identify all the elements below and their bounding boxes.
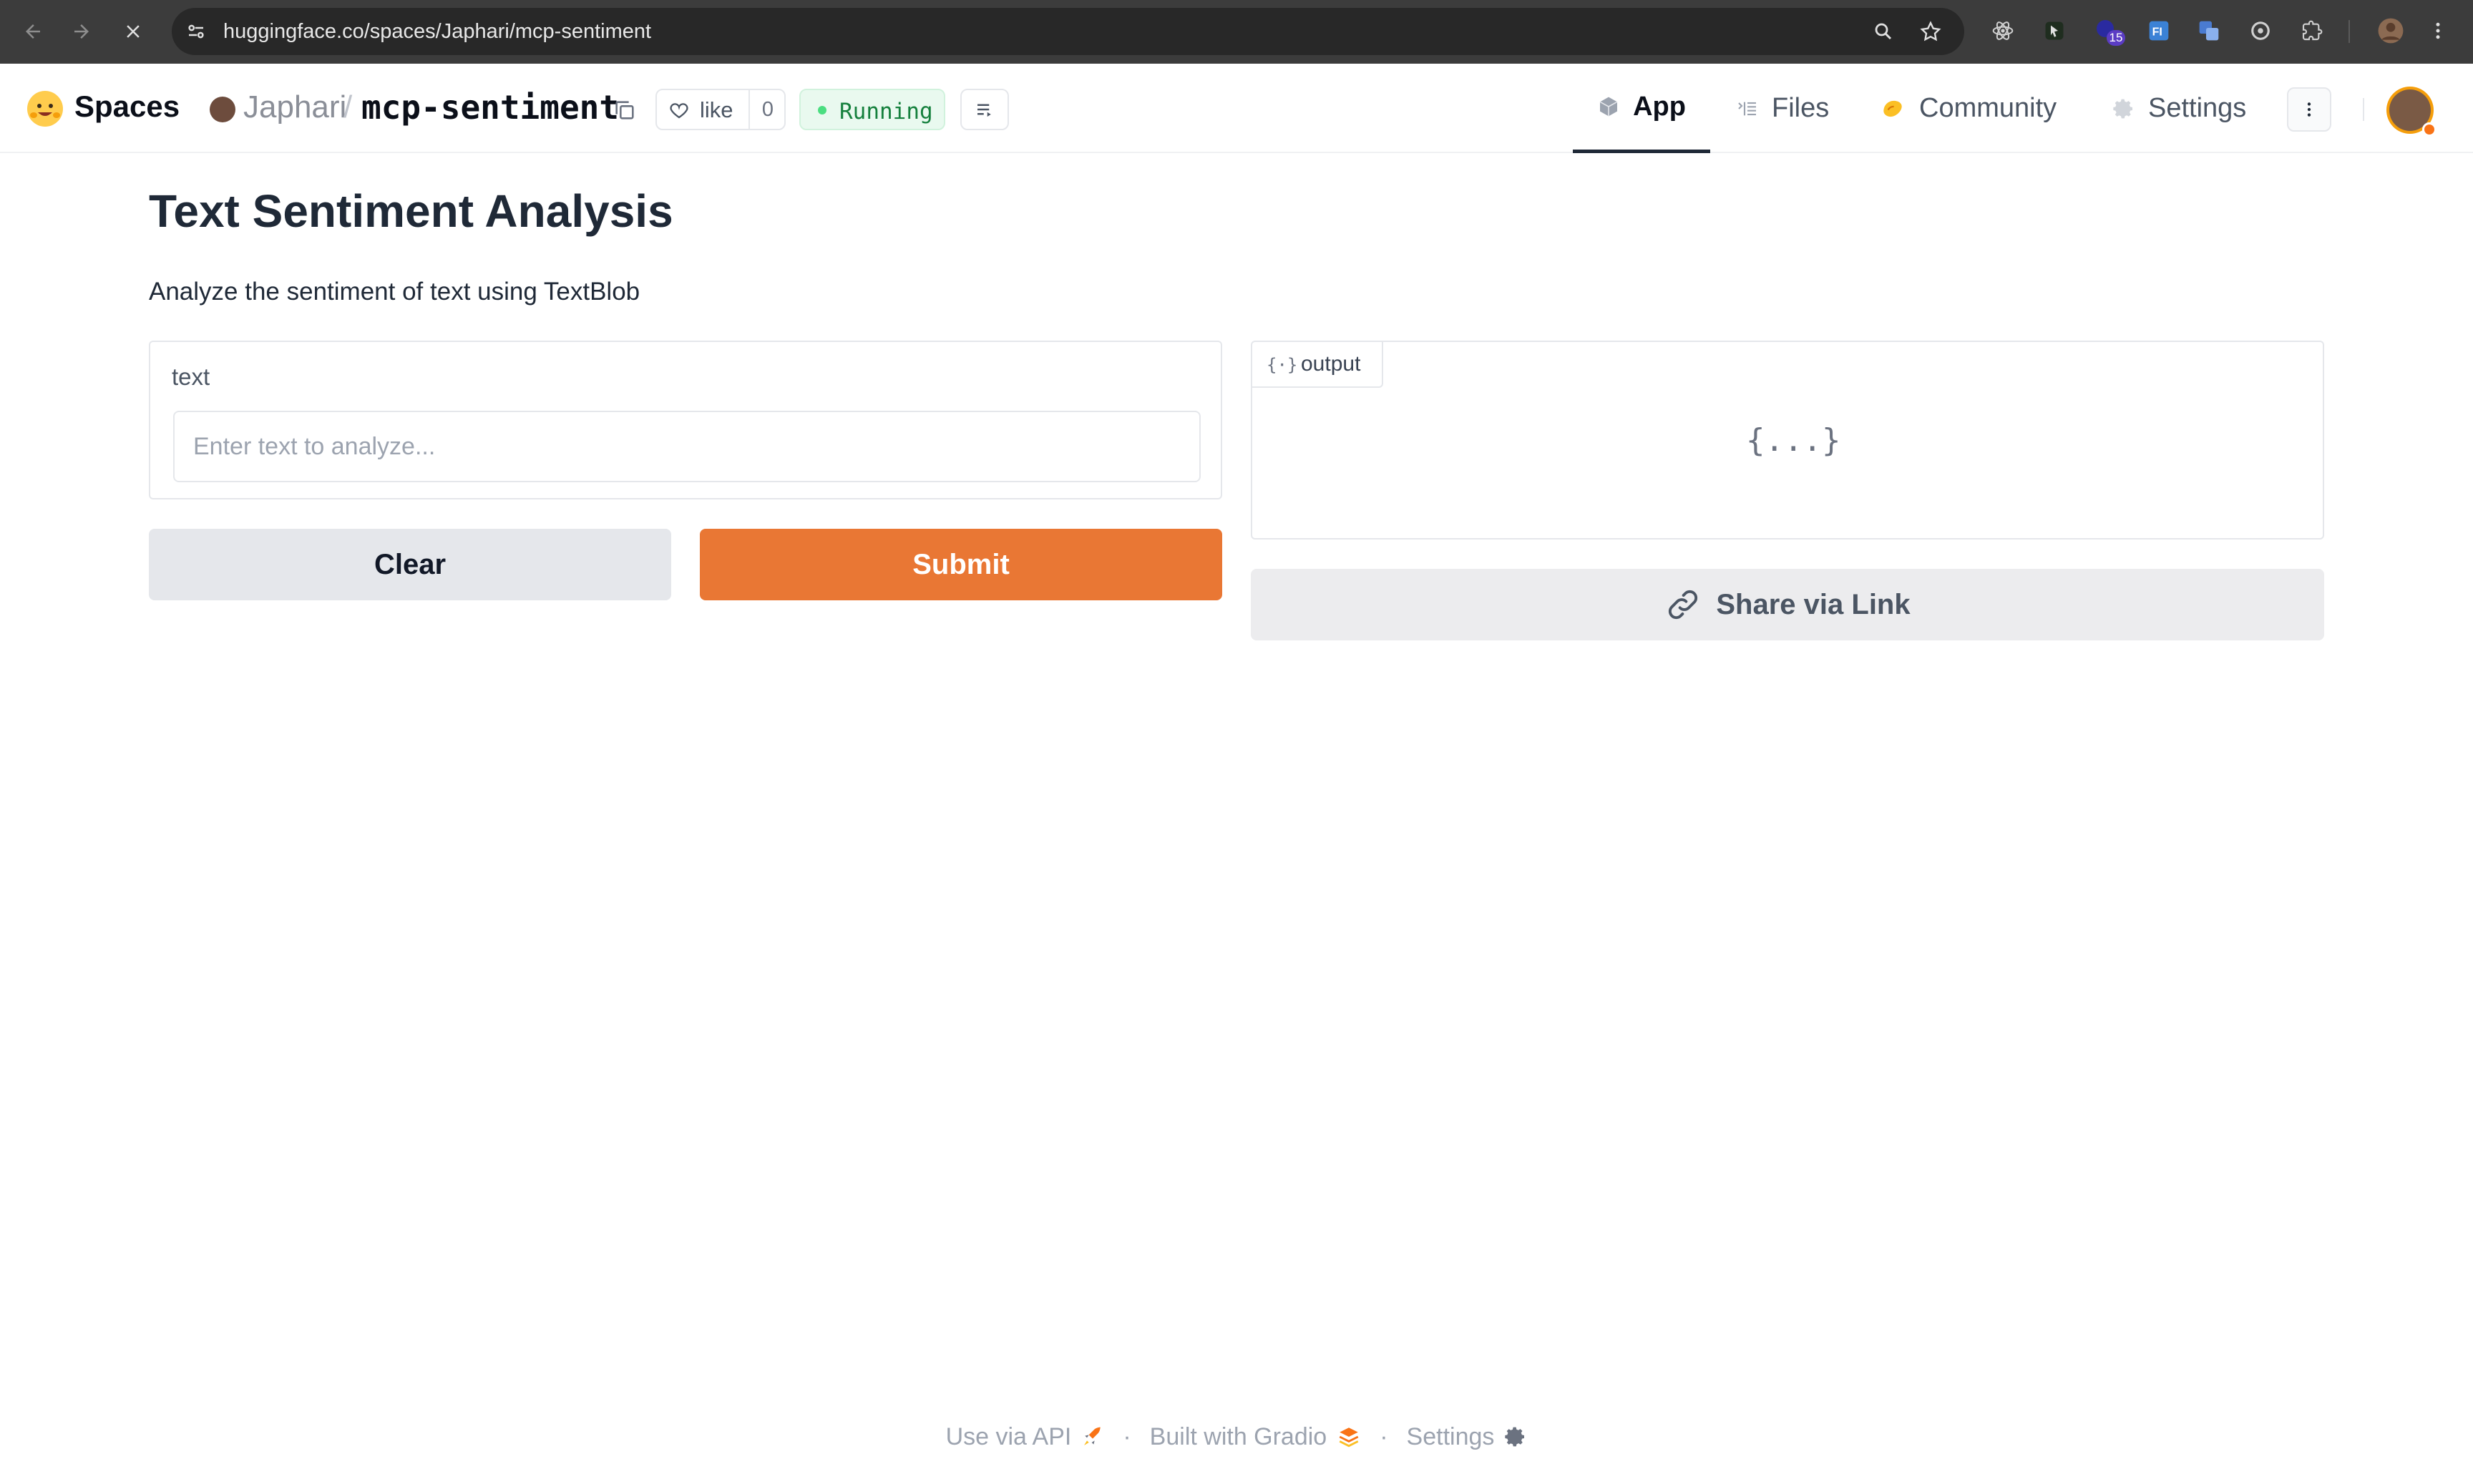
copy-icon[interactable] [613,98,637,122]
more-options-button[interactable] [2287,87,2331,132]
output-label-tab: {·} output [1252,342,1383,388]
text-input-panel: text [149,341,1222,499]
footer-settings-link[interactable]: Settings [1407,1423,1528,1451]
user-status-dot [2422,122,2437,137]
tab-settings[interactable]: Settings [2112,64,2246,153]
like-count: 0 [748,90,786,129]
extension-badge-icon[interactable]: 15 [2091,14,2125,47]
breadcrumb-separator: / [343,89,353,125]
files-icon [1736,97,1759,120]
tab-app[interactable]: App [1573,64,1710,153]
address-bar[interactable]: huggingface.co/spaces/Japhari/mcp-sentim… [172,8,1964,55]
tab-community[interactable]: Community [1879,64,2057,153]
json-icon: {·} [1267,355,1298,375]
share-label: Share via Link [1716,588,1911,620]
user-avatar[interactable] [2386,87,2437,137]
text-input[interactable] [173,411,1201,482]
status-badge[interactable]: Running [799,89,945,130]
react-devtools-icon[interactable] [1986,14,2019,47]
extensions-puzzle-icon[interactable] [2296,14,2328,47]
rocket-icon [1081,1425,1104,1448]
back-button[interactable] [14,13,52,50]
page-title: Text Sentiment Analysis [149,185,673,237]
status-dot [818,106,826,114]
translate-extension-icon[interactable] [2192,14,2225,47]
submit-button[interactable]: Submit [700,529,1222,600]
use-via-api-link[interactable]: Use via API [946,1423,1105,1451]
tab-settings-label: Settings [2148,93,2247,123]
arrow-right-icon [74,24,89,39]
logs-button[interactable] [960,89,1009,130]
cursor-extension-icon[interactable] [2038,14,2071,47]
bookmark-star-icon[interactable] [1916,17,1945,46]
chrome-menu-icon[interactable] [2421,14,2454,47]
tab-community-label: Community [1919,93,2057,123]
community-icon [1879,95,1906,122]
page-description: Analyze the sentiment of text using Text… [149,278,640,306]
footer-separator: · [1380,1422,1388,1450]
output-label: output [1301,352,1361,376]
zoom-icon[interactable] [1869,17,1898,46]
like-button[interactable]: like 0 [655,89,786,130]
profile-avatar-icon[interactable] [2374,14,2407,47]
repo-name-link[interactable]: mcp-sentiment [361,88,619,127]
heart-icon [670,103,688,119]
browser-toolbar: huggingface.co/spaces/Japhari/mcp-sentim… [0,0,2473,64]
extension-badge-count: 15 [2107,30,2125,46]
footer-separator: · [1123,1422,1131,1450]
like-label: like [700,97,733,122]
tab-app-label: App [1633,91,1686,122]
toolbar-divider [2348,20,2350,43]
footer-settings-label: Settings [1406,1422,1495,1450]
close-icon [127,25,140,38]
cube-icon [1597,95,1620,118]
stop-loading-button[interactable] [114,13,152,50]
owner-avatar [210,97,235,122]
tab-files[interactable]: Files [1736,64,1829,153]
header-divider [2363,98,2364,121]
site-settings-icon[interactable] [182,17,210,46]
spaces-link[interactable]: Spaces [74,89,180,124]
forward-button[interactable] [63,13,100,50]
logs-icon [977,104,991,117]
share-via-link-button[interactable]: Share via Link [1251,569,2324,640]
gear-icon [2112,97,2135,120]
gradio-logo-icon [1337,1425,1361,1449]
hf-header: Spaces Japhari / mcp-sentiment like 0 Ru… [0,64,2473,153]
tab-files-label: Files [1772,93,1830,123]
footer: Use via API · Built with Gradio · Settin… [0,1421,2473,1453]
link-icon [1664,586,1702,623]
output-panel: {·} output {...} [1251,341,2324,540]
arrow-left-icon [26,24,40,39]
empty-json-icon: {...} [1746,422,1841,459]
built-with-gradio-link[interactable]: Built with Gradio [1150,1423,1362,1451]
gear-icon [1504,1425,1527,1448]
fi-extension-icon[interactable]: FI [2142,14,2175,47]
text-input-label: text [172,363,210,390]
owner-link[interactable]: Japhari [243,89,346,125]
kebab-icon [2307,102,2311,117]
svg-text:FI: FI [2152,26,2162,39]
openai-extension-icon[interactable] [2244,14,2277,47]
clear-button[interactable]: Clear [149,529,671,600]
url-text: huggingface.co/spaces/Japhari/mcp-sentim… [223,20,652,43]
built-with-gradio-label: Built with Gradio [1149,1422,1327,1450]
use-via-api-label: Use via API [945,1422,1072,1450]
status-label: Running [839,99,933,125]
hugging-face-logo-icon[interactable] [27,91,63,127]
